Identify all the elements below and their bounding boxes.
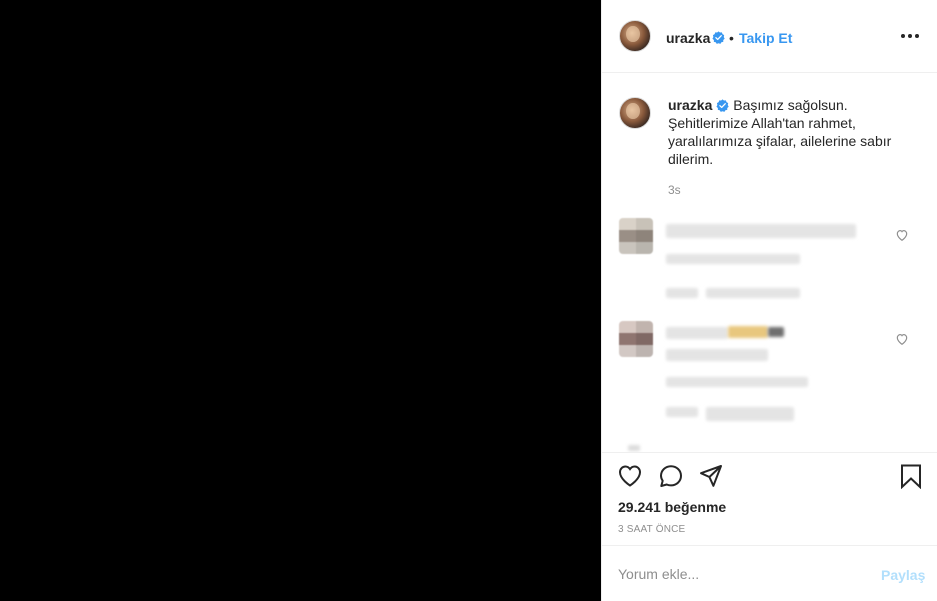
heart-icon[interactable] [617,463,643,489]
post-side-panel: urazka • Takip Et urazka Başımız sağolsu… [601,0,937,601]
likes-count[interactable]: 29.241 beğenme [618,499,726,515]
post-header: urazka • Takip Et [602,0,937,73]
comment-like-heart-icon[interactable] [895,228,909,242]
comment-text-blurred [666,224,856,238]
caption-timestamp[interactable]: 3s [668,183,681,197]
more-options-icon[interactable] [898,26,922,46]
comment-text-blurred [666,327,728,339]
comment-meta-blurred [706,407,794,421]
verified-badge-icon [712,31,725,44]
verified-badge-icon [716,99,730,112]
comment-input[interactable] [618,564,868,584]
bookmark-icon[interactable] [898,463,924,489]
comment-meta-blurred [706,288,800,298]
comment-text-blurred [666,254,800,264]
comments-list[interactable]: urazka Başımız sağolsun. Şehitlerimize A… [602,73,937,452]
post-media[interactable] [0,0,601,601]
comment-avatar-partial [628,445,640,451]
follow-button[interactable]: Takip Et [739,30,792,46]
comment-meta-blurred [666,288,698,298]
post-actions: 29.241 beğenme 3 SAAT ÖNCE [602,452,937,545]
caption-username[interactable]: urazka [668,97,712,113]
post-timestamp[interactable]: 3 SAAT ÖNCE [618,524,685,535]
caption-text-block: urazka Başımız sağolsun. Şehitlerimize A… [668,96,918,168]
author-username[interactable]: urazka [666,30,710,46]
comment-icon[interactable] [658,463,684,489]
comment-avatar-blurred[interactable] [619,218,653,254]
comment-like-heart-icon[interactable] [895,332,909,346]
caption-author-avatar[interactable] [619,97,651,129]
post-comment-button[interactable]: Paylaş [881,567,925,583]
comment-avatar-blurred[interactable] [619,321,653,357]
share-icon[interactable] [698,463,724,489]
comment-text-blurred [666,377,808,387]
comment-emoji-blurred [728,326,768,338]
comment-meta-blurred [666,407,698,417]
comment-emoji-blurred [768,327,784,337]
comment-text-blurred [666,349,768,361]
author-avatar[interactable] [619,20,651,52]
add-comment-section: Paylaş [602,545,937,601]
header-separator: • [729,30,734,46]
